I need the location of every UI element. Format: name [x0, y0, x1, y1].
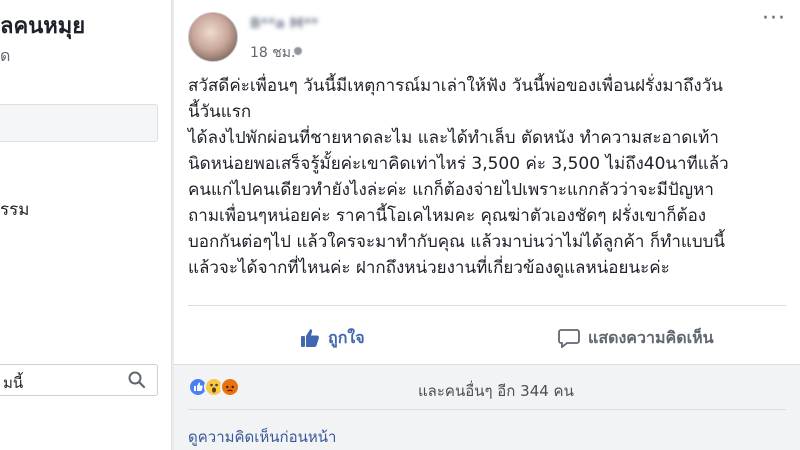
sidebar-subtitle: ด [0, 46, 11, 65]
reaction-icons[interactable] [188, 377, 240, 397]
post-timestamp[interactable]: 18 ชม. [250, 42, 295, 64]
post-line: บอกกันต่อๆไป แล้วใครจะมาทำกับคุณ แล้วมาบ… [188, 232, 726, 252]
divider [188, 409, 786, 410]
privacy-icon [294, 47, 302, 55]
sidebar-item-activity[interactable]: รรม [0, 196, 29, 223]
left-sidebar: ลคนหมุย ด รรม มนี้ [0, 0, 172, 450]
search-icon[interactable] [127, 370, 147, 390]
comment-label: แสดงความคิดเห็น [588, 327, 714, 347]
reactions-count[interactable]: และคนอื่นๆ อีก 344 คน [418, 379, 574, 403]
like-icon [301, 329, 319, 347]
post-footer: และคนอื่นๆ อีก 344 คน ดูความคิดเห็นก่อนห… [174, 364, 800, 450]
sidebar-button-box[interactable] [0, 104, 158, 142]
sidebar-search-input[interactable]: มนี้ [0, 364, 158, 396]
comment-button[interactable]: แสดงความคิดเห็น [558, 322, 714, 354]
author-name[interactable]: B**a M** [250, 16, 318, 32]
avatar[interactable] [188, 12, 238, 62]
like-label: ถูกใจ [328, 327, 365, 347]
view-previous-comments-link[interactable]: ดูความคิดเห็นก่อนหน้า [188, 425, 336, 449]
post-line: นี้วันแรก [188, 102, 252, 122]
page-name[interactable]: ลคนหมุย [0, 8, 85, 43]
post-line: คนแก่ไปคนเดียวทำยังไงล่ะค่ะ แกก็ต้องจ่าย… [188, 180, 714, 200]
post-text: สวัสดีค่ะเพื่อนๆ วันนี้มีเหตุการณ์มาเล่า… [188, 73, 793, 281]
comment-icon [558, 329, 580, 348]
divider [188, 305, 786, 306]
angry-reaction-icon [220, 377, 240, 397]
search-input-value: มนี้ [3, 374, 24, 392]
post-card: B**a M** 18 ชม. ··· สวัสดีค่ะเพื่อนๆ วัน… [174, 0, 800, 450]
post-line: แล้วจะได้จากที่ไหนค่ะ ฝากถึงหน่วยงานที่เ… [188, 258, 670, 278]
post-line: ถามเพื่อนๆหน่อยค่ะ ราคานี้โอเคไหมคะ คุณฆ… [188, 206, 707, 226]
post-line: สวัสดีค่ะเพื่อนๆ วันนี้มีเหตุการณ์มาเล่า… [188, 76, 723, 96]
post-line: ได้ลงไปพักผ่อนที่ชายหาดละไม และได้ทำเล็บ… [188, 128, 719, 148]
like-button[interactable]: ถูกใจ [300, 322, 365, 354]
post-line: นิดหน่อยพอเสร็จรู้มั้ยค่ะเขาคิดเท่าไหร่ … [188, 154, 729, 174]
more-options-icon[interactable]: ··· [762, 6, 786, 31]
